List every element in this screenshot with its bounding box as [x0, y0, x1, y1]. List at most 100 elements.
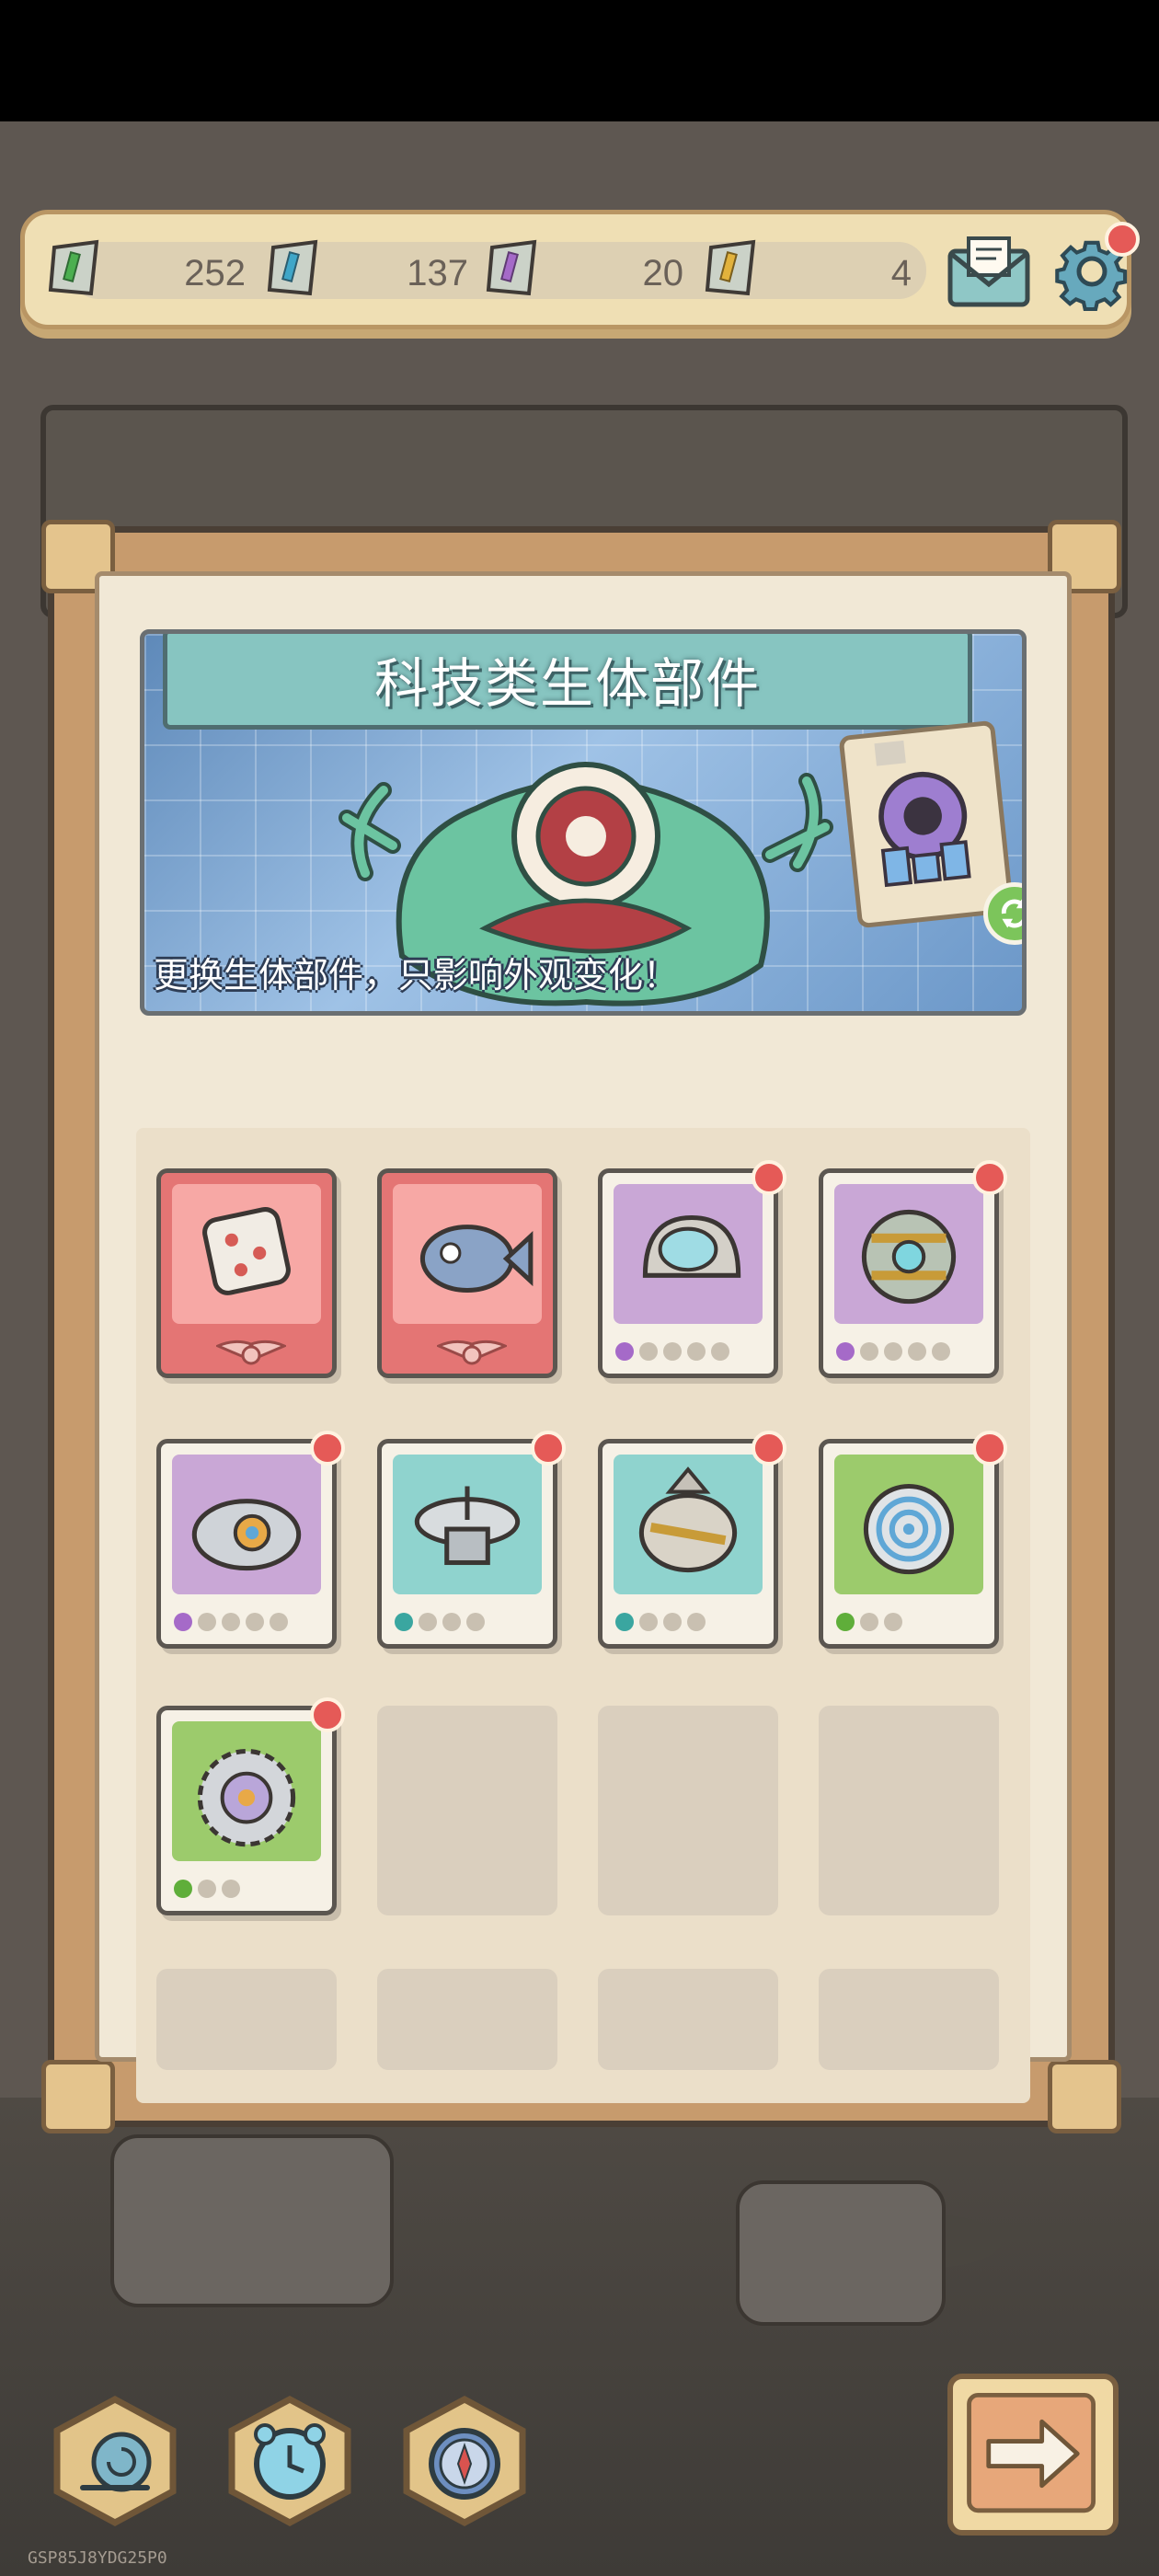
purple-ticket-icon — [486, 239, 537, 296]
compass-icon — [403, 2396, 526, 2526]
level-dot — [419, 1613, 437, 1631]
currency-value: 4 — [890, 253, 912, 293]
level-dots — [395, 1613, 485, 1631]
arrow-right-icon — [967, 2392, 1096, 2513]
level-dot — [663, 1342, 682, 1361]
part-card-fish[interactable] — [377, 1168, 557, 1378]
helmet-part-icon — [614, 1184, 763, 1324]
board-corner — [41, 2060, 115, 2133]
mail-icon — [947, 236, 1030, 307]
level-dots — [615, 1613, 706, 1631]
new-badge — [972, 1431, 1007, 1466]
level-dots — [836, 1613, 902, 1631]
level-dot — [174, 1613, 192, 1631]
currency-item-3[interactable]: 20 — [481, 235, 702, 308]
part-card-radar[interactable] — [377, 1431, 566, 1649]
parts-board: 科技类生体部件 更换生体部件，只影响外观变化！ — [41, 520, 1121, 2133]
wings-emblem-icon — [437, 1340, 507, 1365]
level-dot — [442, 1613, 461, 1631]
part-card-dice[interactable] — [156, 1168, 337, 1378]
snail-button[interactable] — [46, 2392, 184, 2530]
refresh-icon — [1001, 899, 1022, 928]
new-badge — [752, 1160, 786, 1195]
background-rock — [110, 2134, 394, 2307]
board-corner — [1048, 2060, 1121, 2133]
part-card-spiral[interactable] — [819, 1431, 1007, 1649]
build-watermark: GSP85J8YDG25P0 — [28, 2548, 167, 2568]
level-dot — [860, 1613, 878, 1631]
level-dot — [908, 1342, 926, 1361]
armor-ball-part-icon — [834, 1184, 983, 1324]
notification-badge — [1105, 222, 1140, 257]
spiral-part-icon — [834, 1455, 983, 1594]
empty-part-slot — [377, 1969, 557, 2070]
level-dots — [174, 1880, 240, 1898]
radar-part-icon — [393, 1455, 542, 1594]
currency-item-4[interactable]: 4 — [700, 235, 921, 308]
level-dot — [198, 1613, 216, 1631]
empty-part-slot — [156, 1969, 337, 2070]
alarm-clock-button[interactable] — [221, 2392, 359, 2530]
banner-title-plate: 科技类生体部件 — [163, 634, 972, 730]
currency-value: 252 — [184, 253, 246, 293]
level-dot — [884, 1613, 902, 1631]
part-card-drill[interactable] — [598, 1431, 786, 1649]
currency-value: 137 — [407, 253, 468, 293]
level-dot — [687, 1613, 706, 1631]
level-dot — [836, 1342, 855, 1361]
level-dot — [222, 1613, 240, 1631]
compass-button[interactable] — [396, 2392, 534, 2530]
currency-item-1[interactable]: 252 — [43, 235, 264, 308]
saw-part-icon — [172, 1721, 321, 1861]
level-dot — [270, 1613, 288, 1631]
currency-item-2[interactable]: 137 — [262, 235, 483, 308]
next-button[interactable] — [947, 2374, 1119, 2536]
currency-bar: 252 137 20 4 — [20, 210, 1140, 329]
level-dot — [198, 1880, 216, 1898]
fish-part-icon — [393, 1184, 542, 1324]
part-card-saw[interactable] — [156, 1697, 345, 1915]
level-dot — [222, 1880, 240, 1898]
gear-icon — [874, 740, 971, 888]
empty-part-slot — [598, 1969, 778, 2070]
paper-sheet: 科技类生体部件 更换生体部件，只影响外观变化！ — [95, 571, 1072, 2103]
level-dot — [466, 1613, 485, 1631]
mail-button[interactable] — [945, 233, 1033, 310]
drill-part-icon — [614, 1455, 763, 1594]
green-ticket-icon — [48, 239, 99, 296]
level-dot — [663, 1613, 682, 1631]
level-dot — [639, 1342, 658, 1361]
level-dot — [246, 1613, 264, 1631]
level-dot — [884, 1342, 902, 1361]
level-dots — [174, 1613, 288, 1631]
part-card-gear-ball[interactable] — [156, 1431, 345, 1649]
level-dots — [615, 1342, 729, 1361]
category-banner: 科技类生体部件 更换生体部件，只影响外观变化！ — [140, 629, 1027, 1016]
level-dot — [836, 1613, 855, 1631]
blue-ticket-icon — [267, 239, 318, 296]
refresh-button[interactable] — [983, 882, 1022, 945]
alarm-clock-icon — [228, 2396, 351, 2526]
level-dot — [639, 1613, 658, 1631]
part-card-helmet[interactable] — [598, 1160, 786, 1378]
new-badge — [310, 1697, 345, 1732]
parts-grid — [136, 1128, 1030, 2103]
empty-part-slot — [819, 1706, 999, 1915]
level-dot — [395, 1613, 413, 1631]
new-badge — [310, 1431, 345, 1466]
level-dot — [860, 1342, 878, 1361]
level-dot — [932, 1342, 950, 1361]
background-rock — [736, 2180, 946, 2326]
level-dots — [836, 1342, 950, 1361]
new-badge — [531, 1431, 566, 1466]
dice-part-icon — [172, 1184, 321, 1324]
part-card-armor-ball[interactable] — [819, 1160, 1007, 1378]
currency-value: 20 — [642, 253, 684, 293]
banner-caption: 更换生体部件，只影响外观变化！ — [154, 955, 679, 995]
status-bar-area — [0, 0, 1159, 121]
empty-part-slot — [598, 1706, 778, 1915]
settings-button[interactable] — [1050, 222, 1140, 312]
gold-ticket-icon — [705, 239, 756, 296]
level-dot — [615, 1342, 634, 1361]
level-dot — [711, 1342, 729, 1361]
